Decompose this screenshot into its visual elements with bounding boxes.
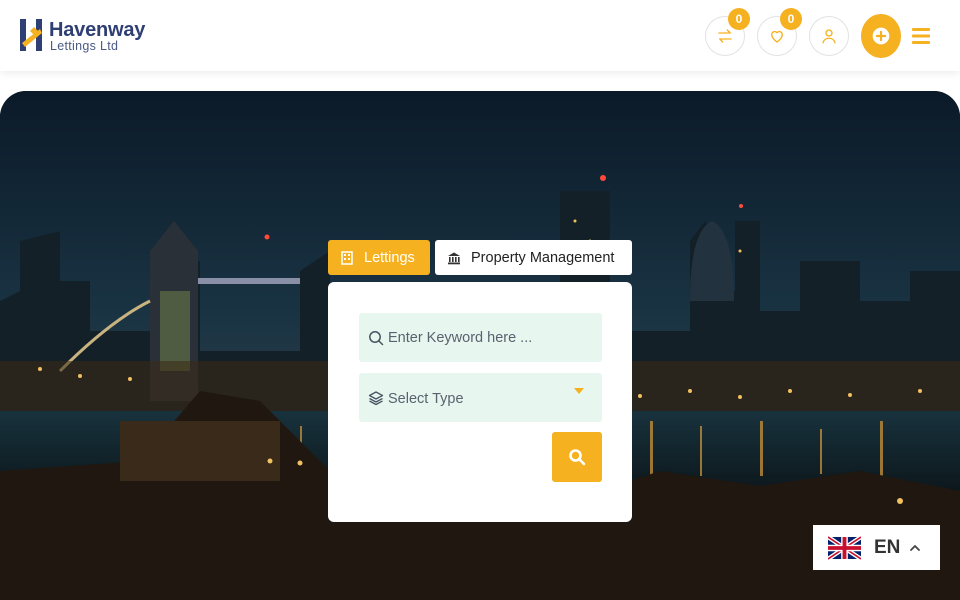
tab-lettings-label: Lettings — [364, 249, 415, 266]
logo-mark-icon — [20, 19, 42, 51]
brand-tagline: Lettings Ltd — [50, 39, 119, 53]
search-icon — [569, 449, 586, 466]
compare-count-badge: 0 — [728, 8, 750, 30]
heart-icon — [771, 30, 783, 43]
language-code: EN — [874, 536, 901, 558]
wishlist-count-badge: 0 — [780, 8, 802, 30]
chevron-up-icon — [910, 544, 921, 551]
building-icon — [341, 250, 353, 265]
keyword-field[interactable] — [359, 313, 602, 362]
add-listing-button[interactable] — [861, 14, 901, 58]
hamburger-menu-icon[interactable] — [911, 26, 931, 46]
type-select-label: Select Type — [388, 390, 464, 407]
search-button[interactable] — [552, 432, 602, 482]
search-icon — [369, 330, 384, 345]
type-select[interactable]: Select Type — [359, 373, 602, 422]
wishlist-button[interactable]: 0 — [757, 8, 802, 56]
user-icon — [822, 29, 836, 44]
tab-lettings[interactable]: Lettings — [328, 240, 430, 275]
bank-icon — [448, 252, 460, 264]
tab-property-management[interactable]: Property Management — [435, 240, 632, 275]
plus-circle-icon — [872, 27, 890, 45]
tab-property-management-label: Property Management — [471, 249, 615, 266]
compare-button[interactable]: 0 — [705, 8, 750, 56]
layers-icon — [368, 390, 384, 405]
site-header: Havenway Lettings Ltd 0 0 — [0, 0, 960, 71]
account-button[interactable] — [809, 16, 849, 56]
language-switcher[interactable]: EN — [813, 525, 940, 570]
chevron-down-icon — [574, 388, 584, 394]
keyword-input[interactable] — [388, 329, 588, 346]
search-panel: Select Type — [328, 282, 632, 522]
uk-flag-icon — [828, 535, 861, 560]
brand-logo[interactable]: Havenway Lettings Ltd — [18, 17, 150, 57]
compare-arrows-icon — [718, 29, 732, 43]
